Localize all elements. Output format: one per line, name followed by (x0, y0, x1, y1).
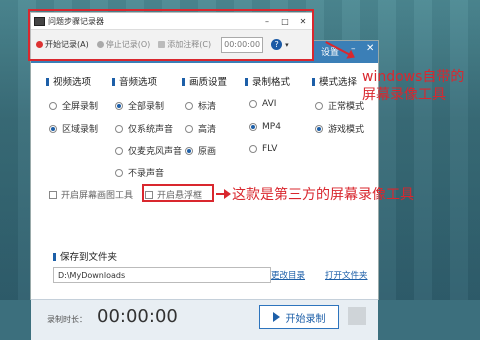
annotation-box-recorder (28, 9, 314, 61)
duration-label: 录制时长： (47, 315, 87, 324)
annotation-box-float (142, 184, 214, 202)
recorder-main-window: 设置 – ✕ 视频选项 全屏录制 区域录制 音频选项 全部录制 仅系统声音 仅麦… (30, 40, 379, 340)
quality-sd-option[interactable]: 标清 (185, 99, 216, 112)
annotation-note-windows: windows自带的屏幕录像工具 (362, 69, 465, 103)
duration-value: 00:00:00 (97, 306, 178, 327)
change-dir-link[interactable]: 更改目录 (271, 269, 305, 281)
mode-normal-option[interactable]: 正常模式 (315, 99, 364, 112)
format-flv-option[interactable]: FLV (249, 144, 277, 154)
audio-none-option[interactable]: 不录声音 (115, 166, 164, 179)
annotation-note-thirdparty: 这款是第三方的屏幕录像工具 (232, 187, 414, 203)
radio-icon (315, 101, 323, 110)
radio-icon (249, 145, 257, 153)
audio-system-option[interactable]: 仅系统声音 (115, 122, 173, 135)
radio-icon (49, 101, 57, 110)
open-folder-link[interactable]: 打开文件夹 (325, 269, 368, 281)
mode-game-option[interactable]: 游戏模式 (315, 122, 364, 135)
audio-mic-option[interactable]: 仅麦克风声音 (115, 144, 182, 157)
radio-icon (249, 100, 257, 108)
quality-original-option[interactable]: 原画 (185, 144, 216, 157)
video-region-option[interactable]: 区域录制 (49, 122, 98, 135)
quality-header: 画质设置 (182, 74, 227, 88)
video-options-header: 视频选项 (46, 74, 91, 88)
video-fullscreen-option[interactable]: 全屏录制 (49, 99, 98, 112)
radio-icon (185, 101, 193, 110)
close-button[interactable]: ✕ (366, 43, 374, 54)
checkbox-icon (49, 190, 57, 199)
format-header: 录制格式 (245, 74, 290, 88)
stop-icon[interactable] (348, 307, 366, 325)
quality-hd-option[interactable]: 高清 (185, 122, 216, 135)
bottom-bar: 录制时长： 00:00:00 开始录制 (31, 299, 378, 340)
radio-selected-icon (185, 146, 193, 155)
annotation-arrow-2 (216, 189, 231, 199)
audio-options-header: 音频选项 (112, 74, 157, 88)
format-avi-option[interactable]: AVI (249, 99, 276, 109)
radio-icon (115, 146, 123, 155)
radio-selected-icon (49, 124, 57, 133)
radio-icon (115, 124, 123, 133)
play-icon (272, 312, 280, 322)
radio-selected-icon (115, 101, 123, 110)
start-record-button[interactable]: 开始录制 (259, 305, 339, 329)
save-folder-label: 保存到文件夹 (53, 249, 117, 263)
save-path-field[interactable]: D:\MyDownloads (53, 267, 271, 283)
mode-header: 模式选择 (312, 74, 357, 88)
format-mp4-option[interactable]: MP4 (249, 122, 281, 132)
radio-icon (185, 124, 193, 133)
radio-selected-icon (315, 124, 323, 133)
radio-icon (115, 168, 123, 177)
radio-selected-icon (249, 123, 257, 131)
brush-tool-checkbox[interactable]: 开启屏幕画图工具 (49, 188, 133, 201)
audio-all-option[interactable]: 全部录制 (115, 99, 164, 112)
